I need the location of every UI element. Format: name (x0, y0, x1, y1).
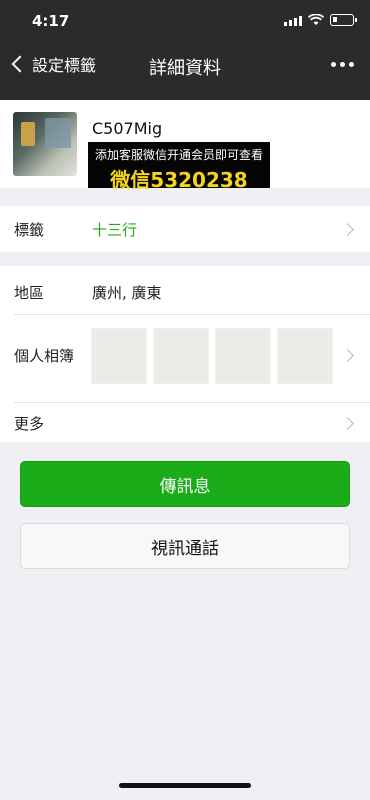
send-message-button[interactable]: 傳訊息 (20, 461, 350, 507)
album-label: 個人相簿 (14, 347, 75, 365)
battery-icon (330, 14, 357, 26)
status-time: 4:17 (32, 12, 70, 30)
chevron-right-icon (341, 223, 354, 236)
album-photo[interactable] (277, 328, 333, 384)
status-icons (284, 14, 357, 26)
top-header: 4:17 設定標籤 詳細資料 (0, 0, 370, 100)
more-row[interactable]: 更多 (0, 403, 370, 442)
tags-value: 十三行 (92, 221, 138, 239)
page-title: 詳細資料 (149, 58, 221, 79)
album-photo[interactable] (153, 328, 209, 384)
more-label: 更多 (14, 415, 45, 433)
video-call-button[interactable]: 視訊通話 (20, 523, 350, 569)
tags-label: 標籤 (14, 221, 45, 239)
promo-wechat-id: 微信5320238 (110, 168, 248, 192)
chevron-right-icon (341, 417, 354, 430)
promo-text: 添加客服微信开通会员即可查看 (94, 148, 263, 162)
promo-overlay: 添加客服微信开通会员即可查看 微信5320238 (88, 142, 270, 192)
tags-row[interactable]: 標籤 十三行 (0, 206, 370, 252)
region-value: 廣州, 廣東 (92, 284, 162, 302)
signal-icon (284, 15, 302, 26)
profile-name: C507Mig (92, 119, 163, 138)
region-label: 地區 (14, 284, 45, 302)
album-photo[interactable] (91, 328, 147, 384)
more-options-icon[interactable] (331, 62, 354, 67)
album-photo[interactable] (215, 328, 271, 384)
avatar[interactable] (13, 112, 77, 176)
home-indicator (119, 783, 251, 788)
wifi-icon (308, 14, 324, 25)
chevron-right-icon (341, 349, 354, 362)
